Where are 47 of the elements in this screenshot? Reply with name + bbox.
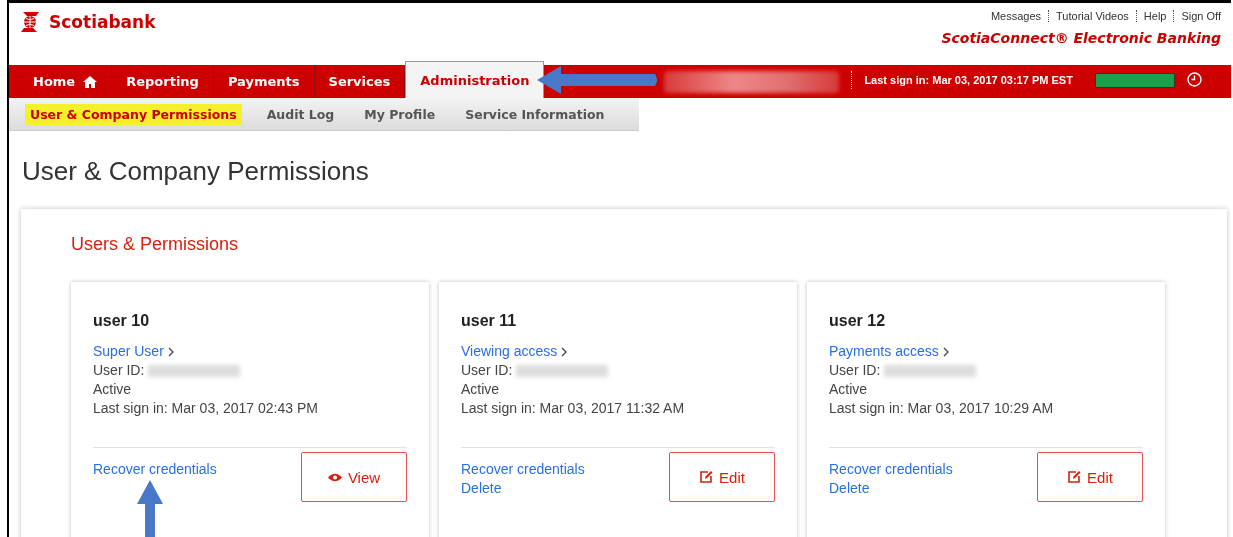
user-name: user 11 [461,312,518,330]
sub-nav-tab[interactable]: User & Company Permissions [25,103,242,125]
utility-link[interactable]: Messages [983,10,1049,22]
clock-icon[interactable] [1186,72,1202,87]
role-link[interactable]: Payments access [829,342,939,361]
utility-link[interactable]: Help [1135,10,1174,22]
role-link[interactable]: Viewing access [461,342,558,361]
home-icon [83,75,98,88]
user-status: Active [93,380,133,399]
brand-name: Scotiabank [49,12,156,32]
chevron-icon [167,346,174,357]
card-link[interactable]: Delete [461,479,585,498]
logo-icon [19,10,41,34]
card-link[interactable]: Recover credentials [93,460,217,479]
user-id-label: User ID: [829,361,881,380]
user-name: user 10 [93,312,151,330]
user-last-sign-in: Last sign in: Mar 03, 2017 11:32 AM [461,399,686,418]
sub-nav-tab[interactable]: Service Information [460,103,610,125]
view-button[interactable]: View [301,452,407,502]
edit-icon [699,470,714,484]
edit-icon [1067,470,1082,484]
last-sign-in: Last sign in: Mar 03, 2017 03:17 PM EST [851,71,1073,89]
role-link[interactable]: Super User [93,342,164,361]
sub-nav-tab[interactable]: My Profile [359,103,441,125]
page-title: User & Company Permissions [21,155,370,188]
user-status: Active [829,380,869,399]
product-name: ScotiaConnect® Electronic Banking [941,30,1221,46]
user-id-label: User ID: [461,361,513,380]
eye-icon [327,472,342,482]
annotation-arrow [137,480,163,537]
edit-button[interactable]: Edit [1037,452,1143,502]
section-title: Users & Permissions [71,234,240,255]
user-last-sign-in: Last sign in: Mar 03, 2017 10:29 AM [829,399,1055,418]
user-name: user 12 [829,312,887,330]
utility-link[interactable]: Sign Off [1173,10,1221,22]
user-id-label: User ID: [93,361,145,380]
card-link[interactable]: Delete [829,479,953,498]
card-link[interactable]: Recover credentials [829,460,953,479]
utility-link[interactable]: Tutorial Videos [1048,10,1136,22]
chevron-icon [561,346,568,357]
user-last-sign-in: Last sign in: Mar 03, 2017 02:43 PM [93,399,319,418]
edit-button[interactable]: Edit [669,452,775,502]
nav-tab[interactable]: Administration [405,61,545,98]
card-link[interactable]: Recover credentials [461,460,585,479]
user-status: Active [461,380,501,399]
chevron-icon [942,346,949,357]
sub-nav-tab[interactable]: Audit Log [261,103,340,125]
